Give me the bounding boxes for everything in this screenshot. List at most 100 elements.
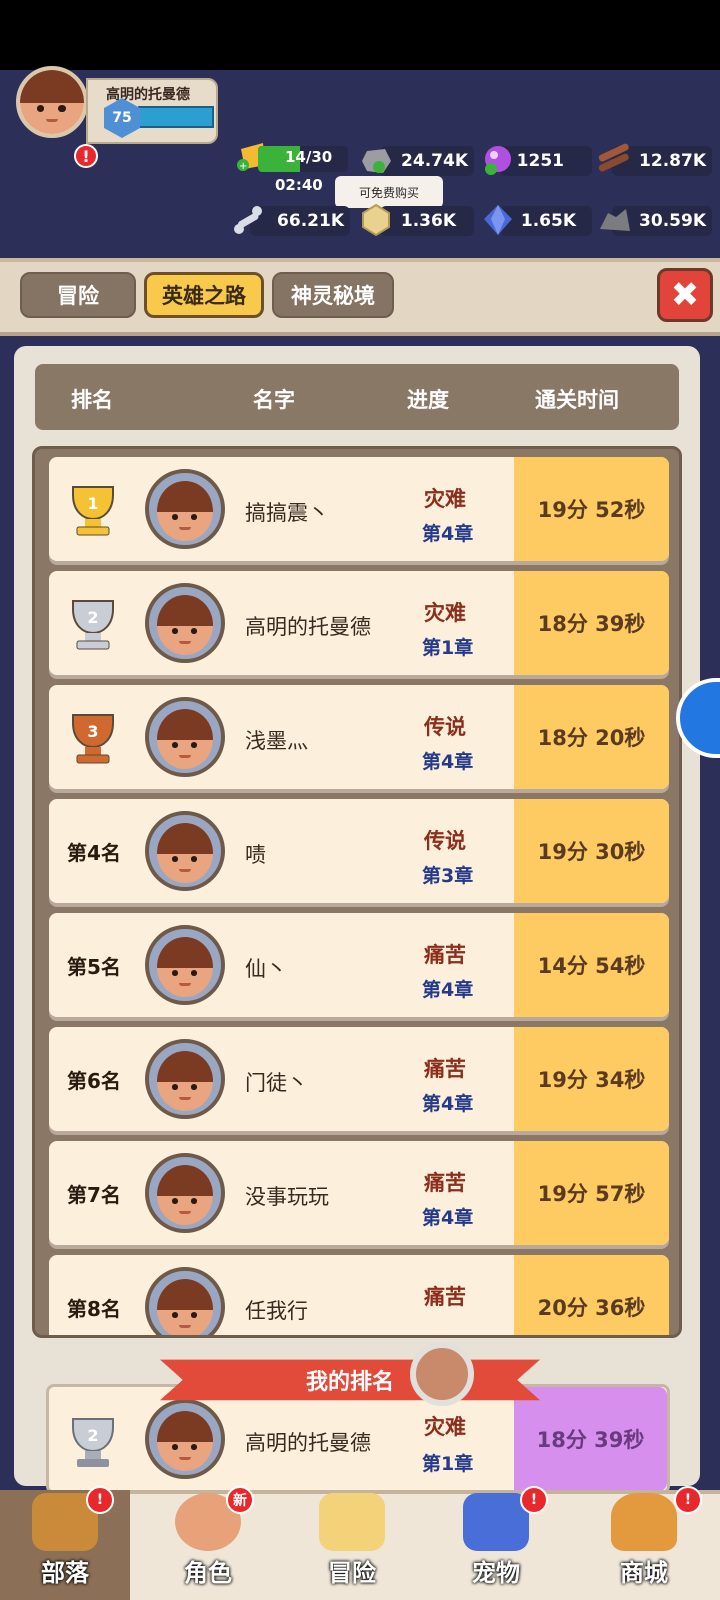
player-name: 仙丶 — [245, 957, 287, 981]
close-icon: ✖ — [670, 275, 700, 315]
player-avatar — [145, 583, 225, 663]
rank-label: 第4名 — [67, 841, 121, 865]
close-button[interactable]: ✖ — [657, 268, 713, 322]
player-name: 啧 — [245, 843, 266, 867]
player-avatar — [145, 811, 225, 891]
avatar-face — [20, 70, 84, 134]
player-avatar — [145, 1039, 225, 1119]
crystal-icon — [480, 202, 516, 238]
nav-pet-label: 宠物 — [472, 1559, 520, 1587]
tribe-alert-badge: ! — [86, 1486, 114, 1514]
player-name: 搞搞震丶 — [245, 501, 329, 525]
difficulty: 灾难 — [424, 487, 466, 511]
player-name: 任我行 — [245, 1299, 308, 1323]
tab-hero-road[interactable]: 英雄之路 — [144, 272, 264, 318]
shop-bag-icon — [611, 1493, 677, 1551]
leaderboard-list[interactable]: 1 搞搞震丶 灾难 第4章 19分 52秒 2 高明的托曼德 灾难 第1章 18分 39秒 3 浅墨灬… — [32, 446, 682, 1338]
energy-value: 14/30 — [285, 148, 333, 166]
player-name: 没事玩玩 — [245, 1185, 329, 1209]
energy-timer: 02:40 — [275, 176, 323, 194]
purple-gem-value: 1251 — [516, 151, 564, 171]
header-rank: 排名 — [71, 388, 113, 412]
avatar-alert-badge: ! — [74, 144, 98, 168]
chapter: 第4章 — [422, 1207, 474, 1229]
player-avatar — [145, 1267, 225, 1335]
chapter: 第3章 — [422, 865, 474, 887]
clear-time: 19分 30秒 — [514, 799, 669, 903]
crystal-value: 1.65K — [520, 211, 576, 231]
difficulty: 痛苦 — [424, 1285, 466, 1309]
svg-text:+: + — [239, 161, 247, 172]
bronze-trophy-icon: 3 — [63, 709, 123, 765]
player-avatar — [145, 697, 225, 777]
clear-time: 18分 39秒 — [514, 571, 669, 675]
clear-time: 20分 36秒 — [514, 1255, 669, 1335]
map-icon — [319, 1493, 385, 1551]
bone-icon — [230, 202, 266, 238]
rank-number: 1 — [87, 494, 98, 513]
shop-alert-badge: ! — [674, 1486, 702, 1514]
tab-divine-realm[interactable]: 神灵秘境 — [272, 272, 394, 318]
table-row[interactable]: 2 高明的托曼德 灾难第1章 18分 39秒 — [49, 571, 669, 675]
nav-character-label: 角色 — [184, 1559, 232, 1587]
clear-time: 19分 52秒 — [514, 457, 669, 561]
silver-trophy-icon: 2 — [63, 1413, 123, 1469]
pet-alert-badge: ! — [520, 1486, 548, 1514]
table-header: 排名 名字 进度 通关时间 — [35, 364, 679, 430]
table-row[interactable]: 第8名 任我行 痛苦 20分 36秒 — [49, 1255, 669, 1335]
clear-time: 18分 20秒 — [514, 685, 669, 789]
my-rank-number: 2 — [87, 1426, 98, 1445]
table-row[interactable]: 第5名 仙丶 痛苦第4章 14分 54秒 — [49, 913, 669, 1017]
chapter: 第4章 — [422, 979, 474, 1001]
difficulty: 灾难 — [424, 601, 466, 625]
nav-adventure[interactable]: 冒险 — [280, 1490, 424, 1600]
chapter: 第4章 — [422, 523, 474, 545]
ore-value: 24.74K — [401, 151, 468, 171]
pet-icon — [463, 1493, 529, 1551]
gold-trophy-icon: 1 — [63, 481, 123, 537]
ore-icon[interactable] — [358, 142, 394, 178]
header-name: 名字 — [253, 388, 295, 412]
coin-icon — [358, 202, 394, 238]
difficulty: 痛苦 — [424, 1171, 466, 1195]
nav-tribe-label: 部落 — [41, 1559, 89, 1587]
my-difficulty: 灾难 — [424, 1415, 466, 1439]
rank-label: 第5名 — [67, 955, 121, 979]
rank-label: 第6名 — [67, 1069, 121, 1093]
stone-icon — [596, 202, 632, 238]
player-avatar — [145, 469, 225, 549]
player-name: 高明的托曼德 — [245, 615, 371, 639]
my-rank-row[interactable]: 2 高明的托曼德 灾难 第1章 18分 39秒 — [46, 1384, 670, 1494]
chapter: 第4章 — [422, 1093, 474, 1115]
stone-value: 30.59K — [639, 211, 706, 231]
table-row[interactable]: 3 浅墨灬 传说 第4章 18分 20秒 — [49, 685, 669, 789]
difficulty: 传说 — [424, 715, 466, 739]
wood-value: 12.87K — [639, 151, 706, 171]
tab-adventure[interactable]: 冒险 — [20, 272, 136, 318]
nav-character[interactable]: 角色 — [136, 1490, 280, 1600]
chapter: 第1章 — [422, 637, 474, 659]
my-name: 高明的托曼德 — [245, 1431, 371, 1455]
purple-gem-icon[interactable] — [480, 142, 516, 178]
table-row[interactable]: 第6名 门徒丶 痛苦 第4章 19分 34秒 — [49, 1027, 669, 1131]
table-row[interactable]: 第4名 啧 传说第3章 19分 30秒 — [49, 799, 669, 903]
rank-number: 2 — [87, 608, 98, 627]
player-avatar — [145, 1153, 225, 1233]
player-name: 门徒丶 — [245, 1071, 308, 1095]
table-row[interactable]: 1 搞搞震丶 灾难第4章 19分 52秒 — [49, 457, 669, 561]
ore-resource: 24.74K — [380, 146, 474, 176]
rank-label: 第8名 — [67, 1297, 121, 1321]
player-avatar[interactable] — [16, 66, 88, 138]
wood-icon — [596, 140, 632, 176]
difficulty: 痛苦 — [424, 943, 466, 967]
table-row[interactable]: 第7名 没事玩玩 痛苦第4章 19分 57秒 — [49, 1141, 669, 1245]
nav-adventure-label: 冒险 — [328, 1559, 376, 1587]
coin-value: 1.36K — [400, 211, 456, 231]
character-new-badge: 新 — [226, 1486, 254, 1514]
rank-label: 第7名 — [67, 1183, 121, 1207]
status-bar — [0, 0, 720, 70]
difficulty: 传说 — [424, 829, 466, 853]
clear-time: 19分 57秒 — [514, 1141, 669, 1245]
header-clear-time: 通关时间 — [535, 388, 619, 412]
clear-time: 14分 54秒 — [514, 913, 669, 1017]
